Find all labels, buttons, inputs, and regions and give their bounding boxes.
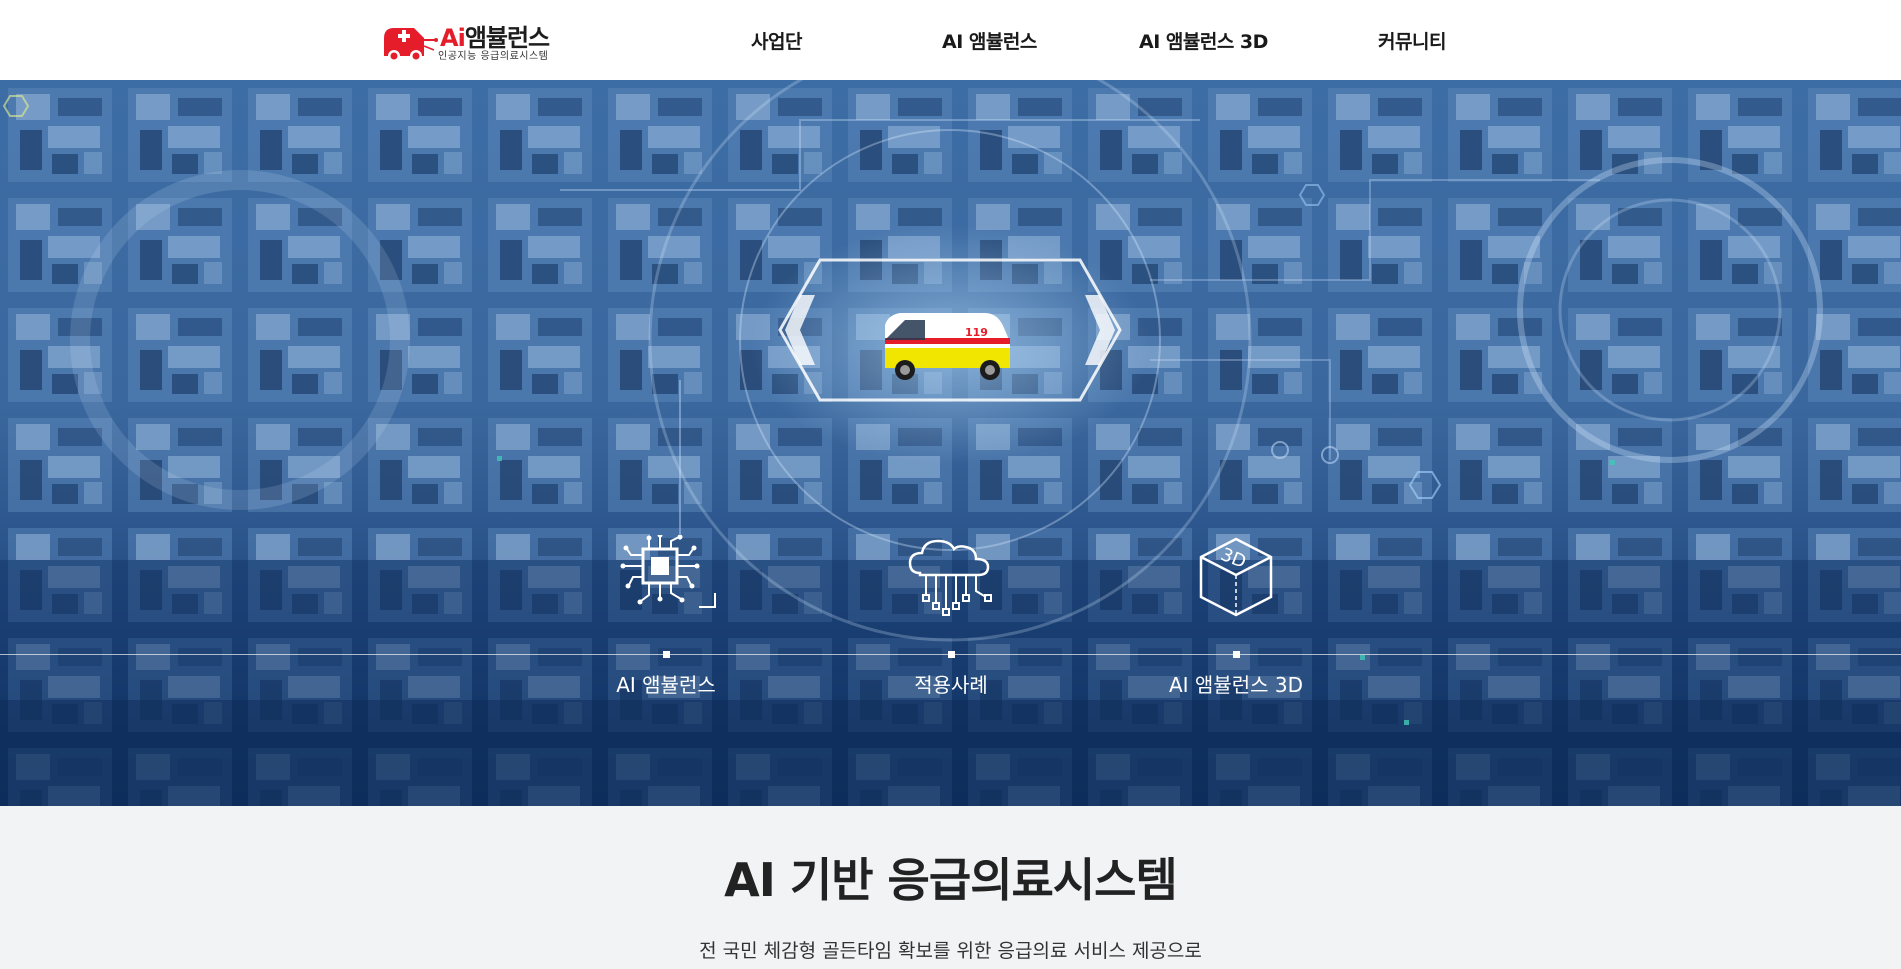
intro-section: AI 기반 응급의료시스템 전 국민 체감형 골든타임 확보를 위한 응급의료 … <box>0 806 1901 969</box>
cloud-network-icon <box>908 539 992 616</box>
svg-text:119: 119 <box>965 326 988 339</box>
intro-subtitle: 전 국민 체감형 골든타임 확보를 위한 응급의료 서비스 제공으로 <box>699 940 1202 962</box>
site-logo[interactable]: Ai앰뷸런스 인공지능 응급의료시스템 <box>380 16 570 64</box>
site-header: Ai앰뷸런스 인공지능 응급의료시스템 사업단 AI 앰뷸런스 AI 앰뷸런스 … <box>0 0 1901 80</box>
logo-tagline: 인공지능 응급의료시스템 <box>438 51 549 62</box>
nav-item-business-group[interactable]: 사업단 <box>751 27 802 54</box>
intro-title: AI 기반 응급의료시스템 <box>724 853 1178 907</box>
tile-label: 적용사례 <box>914 673 988 697</box>
ambulance-plus-icon <box>384 28 438 62</box>
hero-tile-case-studies[interactable]: 적용사례 <box>856 535 1046 795</box>
hero-tile-ai-ambulance-3d[interactable]: 3D AI 앰뷸런스 3D <box>1141 535 1331 795</box>
tile-marker <box>1233 651 1240 658</box>
nav-item-ai-ambulance-3d[interactable]: AI 앰뷸런스 3D <box>1139 27 1268 54</box>
tile-label: AI 앰뷸런스 3D <box>1168 673 1304 697</box>
nav-item-ai-ambulance[interactable]: AI 앰뷸런스 <box>942 27 1037 54</box>
main-nav: 사업단 AI 앰뷸런스 AI 앰뷸런스 3D 커뮤니티 <box>0 0 1901 80</box>
tile-marker <box>948 651 955 658</box>
logo-title: Ai앰뷸런스 <box>440 18 550 52</box>
cube-3d-icon: 3D <box>1199 537 1273 617</box>
nav-item-community[interactable]: 커뮤니티 <box>1378 27 1446 54</box>
hero-tile-ai-ambulance[interactable]: AI 앰뷸런스 <box>571 535 761 795</box>
ai-chip-icon <box>620 535 716 608</box>
tile-label: AI 앰뷸런스 <box>616 673 716 697</box>
tile-marker <box>663 651 670 658</box>
hero-banner: 119 AI 앰뷸런스 적용사례 3D AI 앰뷸런스 3D <box>0 80 1901 806</box>
